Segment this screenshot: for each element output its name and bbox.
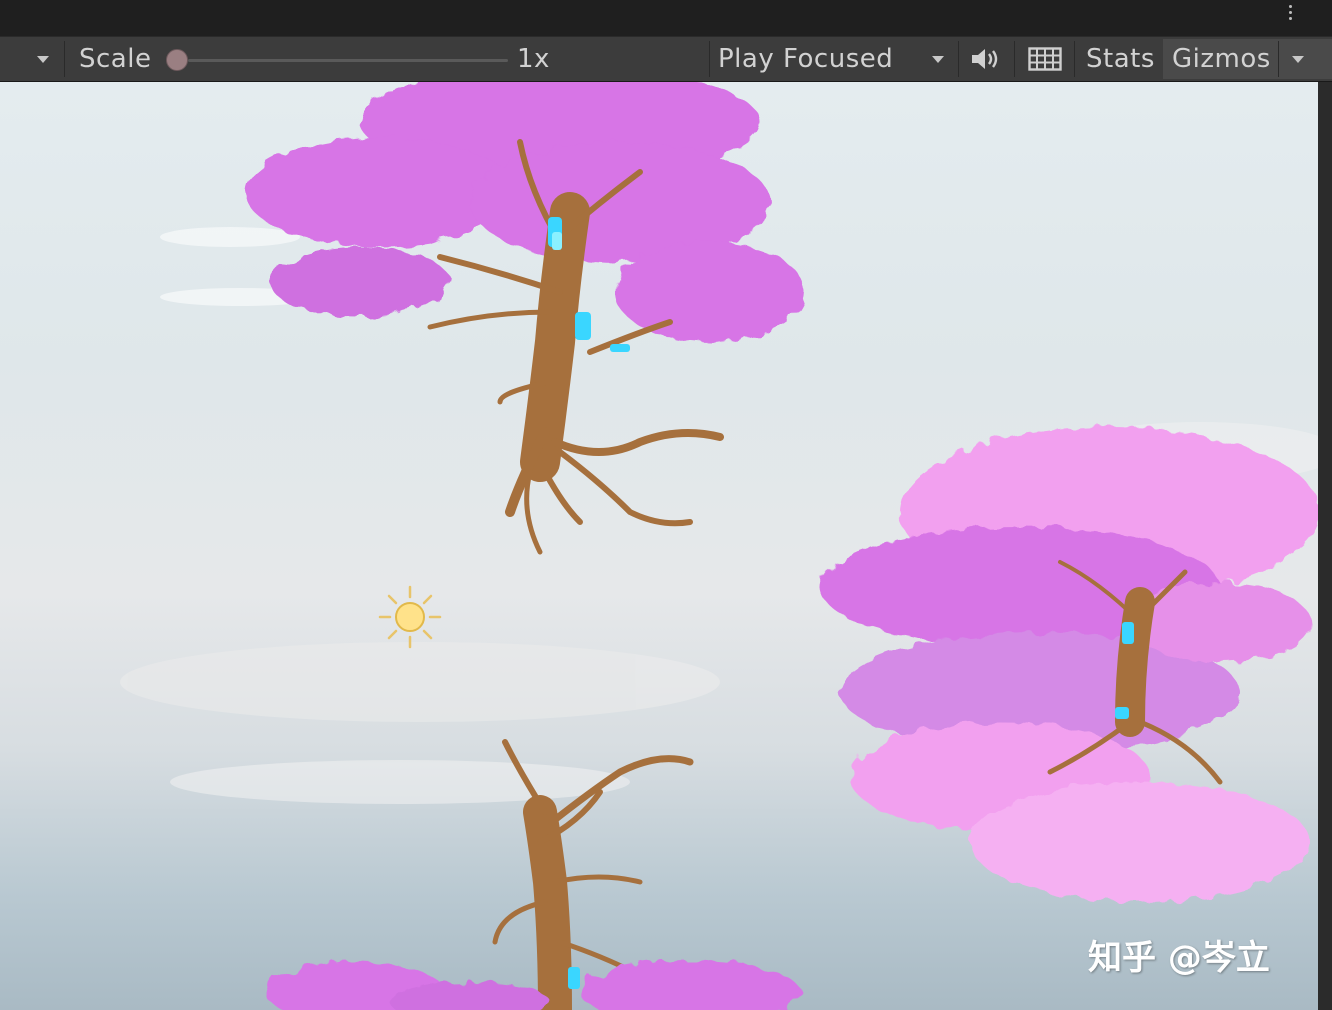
upper-tree-canopy <box>245 82 805 342</box>
kebab-menu-icon[interactable] <box>1286 2 1294 28</box>
shortcut-keyboard-button[interactable] <box>1028 37 1062 81</box>
play-mode-dropdown[interactable]: Play Focused <box>718 37 950 81</box>
gizmos-label: Gizmos <box>1172 44 1271 74</box>
stats-button[interactable]: Stats <box>1086 37 1155 81</box>
sun-light-gizmo-icon[interactable] <box>378 585 442 649</box>
right-tree-canopy <box>820 427 1318 902</box>
dropdown-caret-icon <box>37 55 49 63</box>
dropdown-caret-icon <box>1292 55 1304 63</box>
stats-label: Stats <box>1086 44 1155 74</box>
gizmos-dropdown[interactable] <box>1292 37 1304 81</box>
audio-icon <box>972 49 998 69</box>
game-viewport[interactable]: 知乎 @岑立 <box>0 82 1318 1010</box>
display-dropdown-button[interactable] <box>37 37 49 81</box>
window-tab-strip <box>0 0 1332 36</box>
scale-slider-thumb[interactable] <box>166 49 188 71</box>
game-view-toolbar: Scale 1x Play Focused Stats Gizmos <box>0 36 1332 82</box>
scale-value: 1x <box>517 44 550 74</box>
viewport-right-edge <box>1318 82 1332 1010</box>
dropdown-caret-icon <box>932 55 944 63</box>
scene-render <box>120 82 1318 1010</box>
play-mode-label: Play Focused <box>718 44 894 74</box>
scale-label: Scale <box>79 44 152 74</box>
audio-mute-button[interactable] <box>970 37 1002 81</box>
scale-slider-track[interactable] <box>188 59 508 62</box>
lower-tree-canopy <box>265 960 800 1010</box>
gizmos-toggle[interactable]: Gizmos <box>1172 37 1271 81</box>
lower-tree-glow <box>568 967 580 989</box>
keyboard-grid-icon <box>1028 47 1062 71</box>
watermark-text: 知乎 @岑立 <box>1088 938 1270 978</box>
